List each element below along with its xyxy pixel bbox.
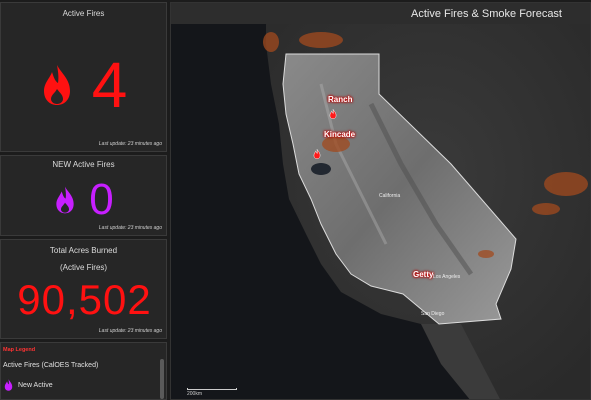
active-fires-update: Last update: 23 minutes ago (98, 141, 162, 147)
fire-label-getty[interactable]: Getty (413, 270, 433, 279)
active-fires-count: 4 (91, 49, 128, 121)
fire-label-ranch[interactable]: Ranch (328, 95, 352, 104)
active-fires-title: Active Fires (62, 9, 105, 18)
flame-icon (4, 379, 13, 391)
fire-map[interactable]: Active Fires & Smoke Forecast Ranch Kinc… (170, 2, 591, 400)
city-label: California (379, 193, 401, 199)
legend-scrollbar[interactable] (160, 359, 164, 399)
map-scale-label: 200km (187, 391, 203, 397)
flame-icon (56, 186, 74, 214)
flame-icon[interactable] (313, 149, 321, 159)
acres-update: Last update: 23 minutes ago (98, 328, 162, 334)
acres-burned-value: 90,502 (17, 276, 152, 323)
legend-title: Map Legend (3, 347, 36, 353)
legend-subtitle: Active Fires (CalOES Tracked) (3, 362, 99, 369)
fire-label-kincade[interactable]: Kincade (324, 130, 355, 139)
map-legend-panel: Map Legend Active Fires (CalOES Tracked)… (0, 342, 167, 400)
city-label: Los Angeles (433, 274, 461, 280)
acres-burned-panel: Total Acres Burned (Active Fires) 90,502… (0, 239, 167, 339)
acres-title-line1: Total Acres Burned (49, 246, 118, 255)
legend-item-label: New Active (18, 381, 53, 389)
new-fires-update: Last update: 23 minutes ago (98, 225, 162, 231)
active-fires-panel: Active Fires 4 Last update: 23 minutes a… (0, 2, 167, 152)
flame-icon (43, 65, 70, 105)
map-scale-bar (187, 388, 237, 390)
acres-title-line2: (Active Fires) (59, 263, 108, 272)
map-basemap (263, 24, 590, 399)
city-label: San Diego (421, 311, 445, 317)
legend-item-new-active: New Active (4, 379, 166, 391)
new-fires-panel: NEW Active Fires 0 Last update: 23 minut… (0, 155, 167, 236)
map-title: Active Fires & Smoke Forecast (411, 7, 562, 20)
new-fires-count: 0 (89, 175, 114, 224)
map-header: Active Fires & Smoke Forecast (171, 3, 590, 24)
new-fires-title: NEW Active Fires (52, 160, 115, 169)
flame-icon[interactable] (329, 109, 337, 119)
